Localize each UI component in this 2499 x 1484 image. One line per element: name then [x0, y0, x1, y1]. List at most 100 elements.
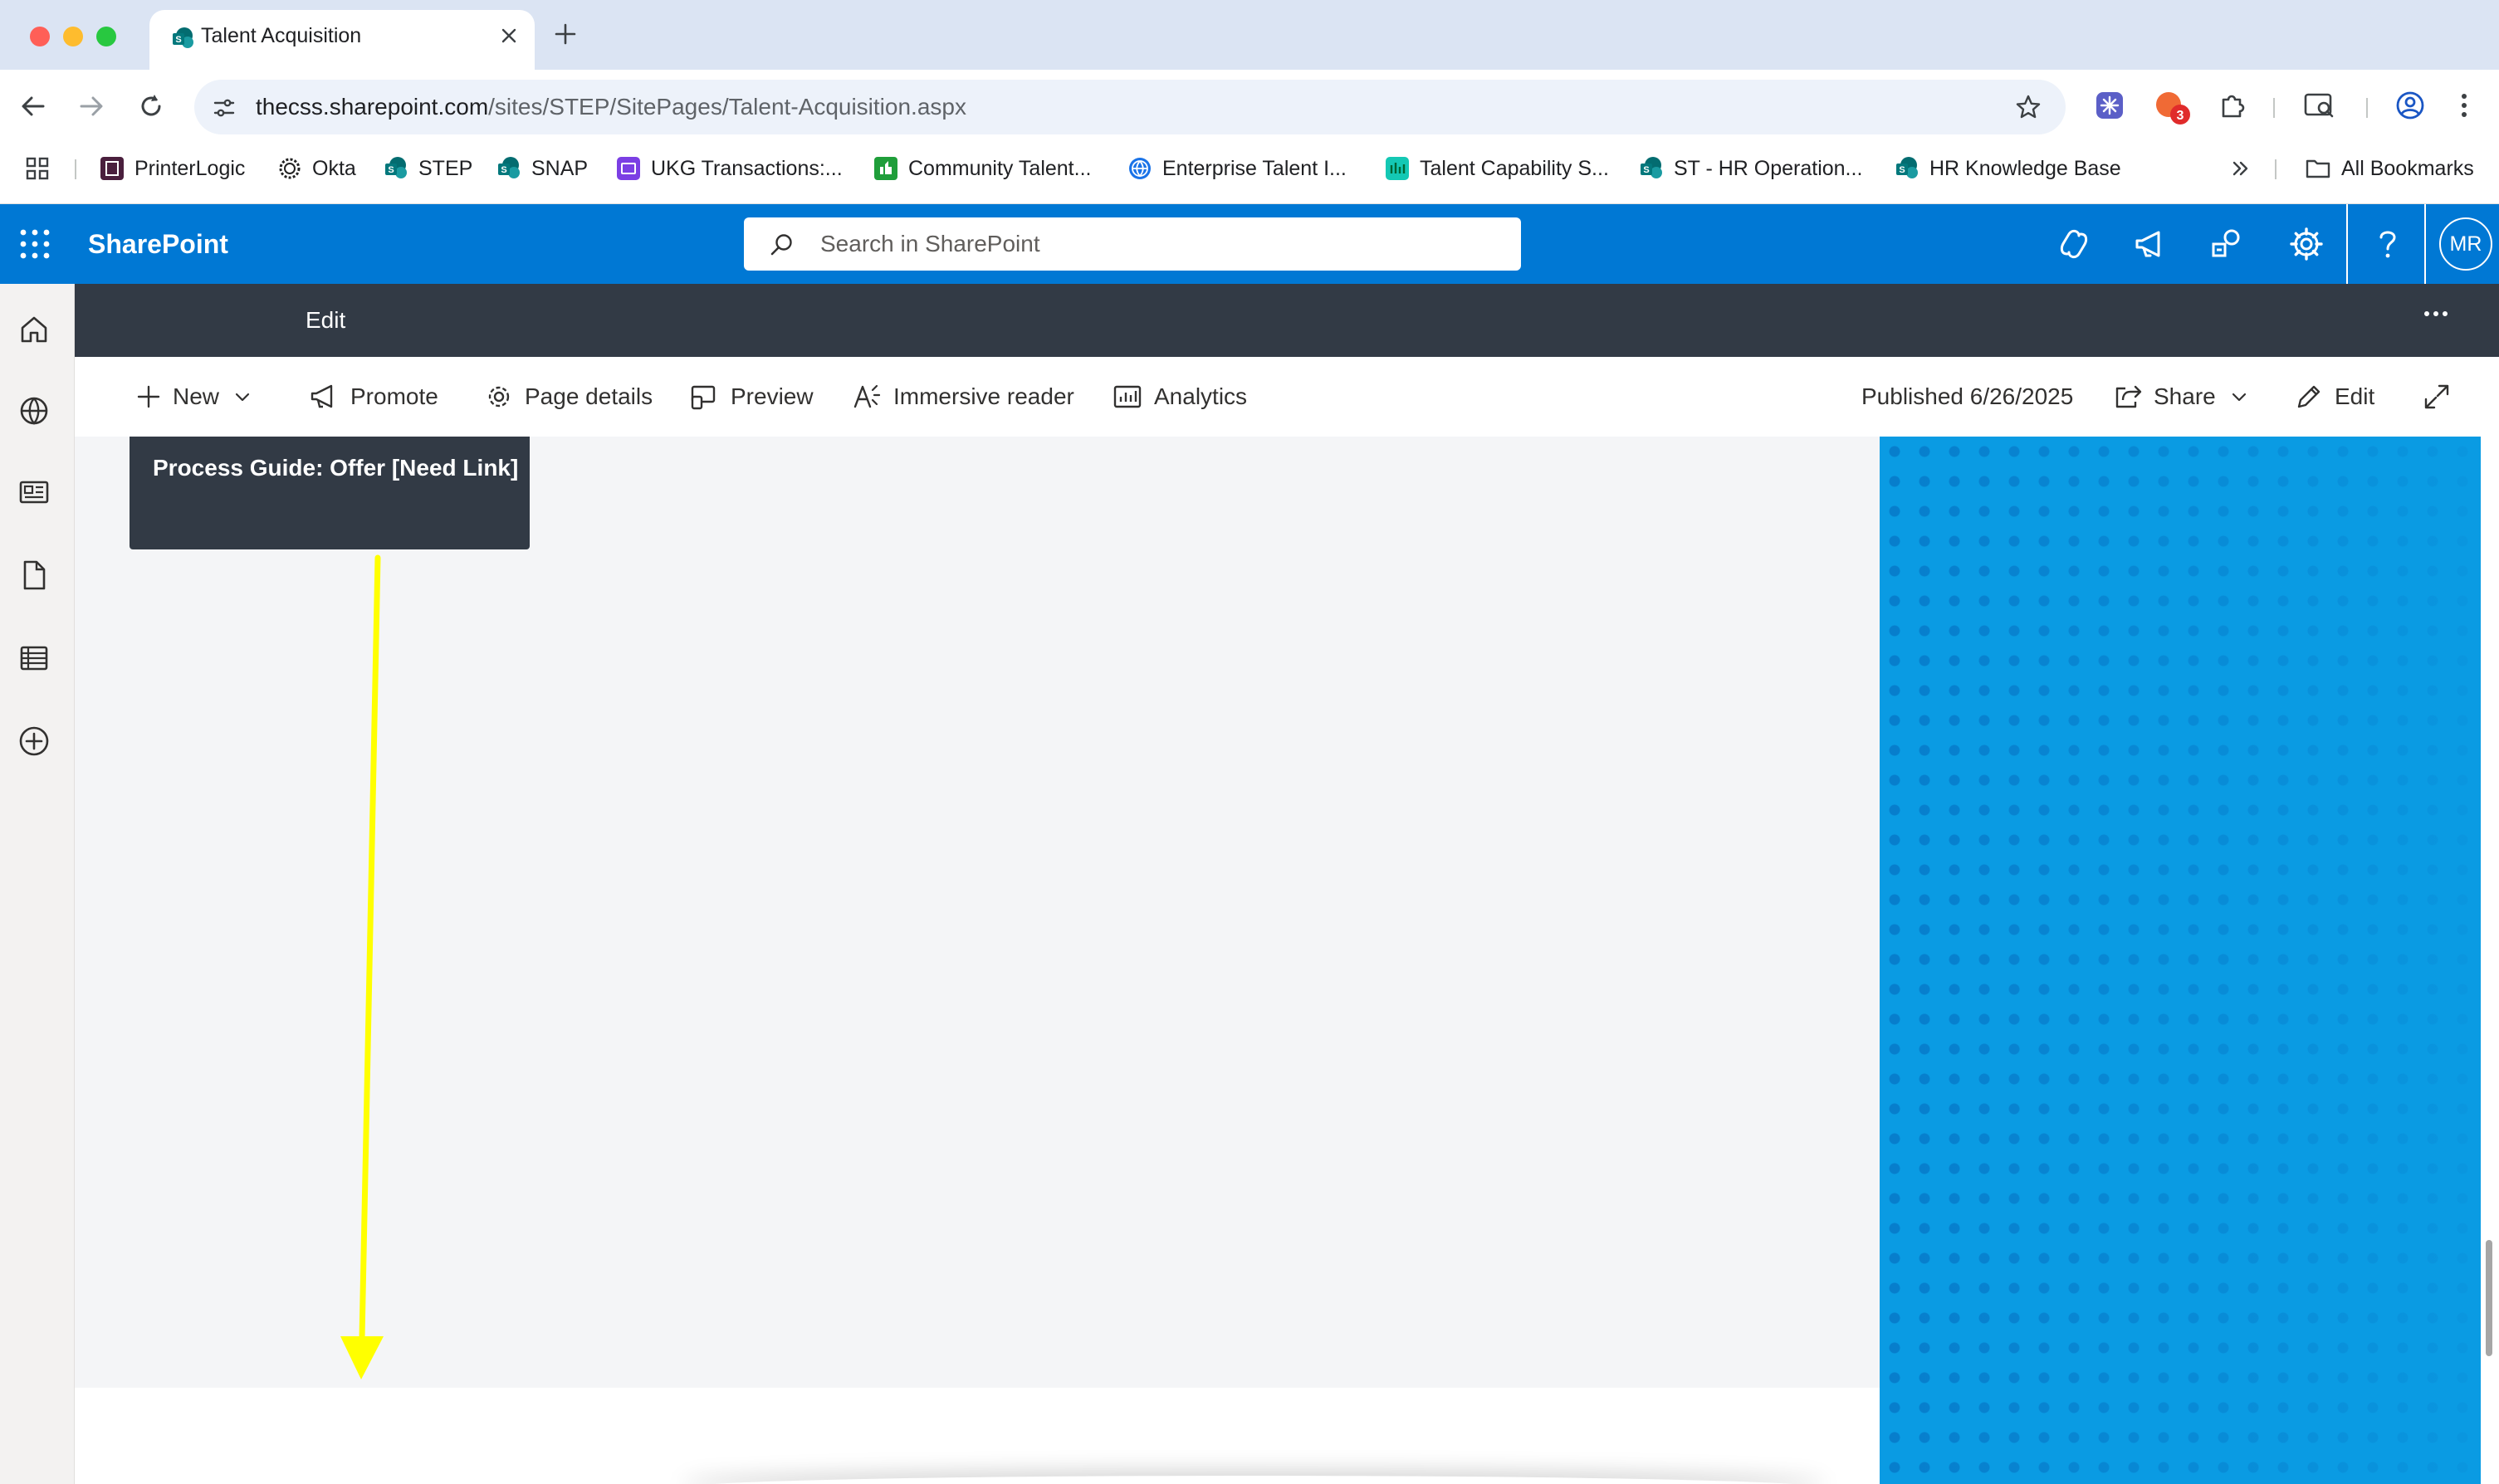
- hero-gradient-overlay: [1880, 437, 2481, 1484]
- bookmark-label: STEP: [418, 156, 473, 180]
- folder-icon: [2305, 157, 2331, 180]
- svg-text:S: S: [1643, 165, 1649, 175]
- copilot-icon[interactable]: [2056, 226, 2092, 262]
- browser-tab-active[interactable]: S Talent Acquisition: [149, 10, 535, 70]
- bookmark-step[interactable]: S STEP: [384, 144, 472, 193]
- megaphone-icon: [309, 383, 339, 410]
- tab-title: Talent Acquisition: [201, 24, 362, 47]
- annotation-arrow-icon: [340, 554, 384, 1379]
- immersive-reader-button[interactable]: Immersive reader: [852, 357, 1074, 437]
- bookmarks-bar: PrinterLogic Okta S STEP S SNAP UKG Tran…: [0, 144, 2499, 204]
- scrollbar-thumb[interactable]: [2486, 1240, 2492, 1356]
- promote-button[interactable]: Promote: [309, 357, 438, 437]
- sites-switcher-icon[interactable]: [2208, 226, 2245, 262]
- toolbar-divider: [2273, 98, 2276, 118]
- analytics-button-label: Analytics: [1154, 383, 1248, 409]
- site-info-icon[interactable]: [213, 96, 236, 120]
- page-details-button[interactable]: Page details: [485, 357, 653, 437]
- home-icon[interactable]: [17, 312, 51, 347]
- bookmark-label: Talent Capability S...: [1420, 156, 1609, 180]
- svg-text:S: S: [1899, 165, 1905, 175]
- globe-sites-icon[interactable]: [17, 393, 51, 428]
- bookmark-snap[interactable]: S SNAP: [496, 144, 588, 193]
- bookmark-ukg[interactable]: UKG Transactions:...: [616, 144, 843, 193]
- all-bookmarks-button[interactable]: All Bookmarks: [2305, 144, 2474, 193]
- browser-menu-icon[interactable]: [2456, 90, 2472, 121]
- close-icon[interactable]: [500, 27, 518, 45]
- bookmark-label: Enterprise Talent I...: [1162, 156, 1347, 180]
- bookmark-hr-knowledge-base[interactable]: S HR Knowledge Base: [1895, 144, 2121, 193]
- immersive-reader-button-label: Immersive reader: [893, 383, 1074, 409]
- more-options-ellipsis-icon[interactable]: [2423, 309, 2449, 319]
- community-icon: [873, 156, 898, 181]
- all-bookmarks-label: All Bookmarks: [2341, 156, 2474, 180]
- analytics-button[interactable]: Analytics: [1113, 357, 1247, 437]
- apps-grid-icon[interactable]: [25, 144, 50, 193]
- settings-gear-icon[interactable]: [2288, 226, 2325, 262]
- tab-search-icon[interactable]: [2303, 90, 2336, 121]
- sharepoint-brand-link[interactable]: SharePoint: [88, 204, 228, 284]
- forward-arrow-icon[interactable]: [76, 91, 106, 121]
- page-command-bar: New Promote Page details Preview Immersi…: [75, 357, 2499, 437]
- sharepoint-suite-bar: SharePoint MR: [0, 204, 2499, 284]
- ukg-icon: [616, 156, 641, 181]
- bookmark-community-talent[interactable]: Community Talent...: [873, 144, 1091, 193]
- bookmark-printerlogic[interactable]: PrinterLogic: [100, 144, 245, 193]
- address-bar[interactable]: thecss.sharepoint.com/sites/STEP/SitePag…: [194, 80, 2066, 134]
- bookmark-st-hr-operation[interactable]: S ST - HR Operation...: [1639, 144, 1862, 193]
- bookmarks-overflow-chevron-icon[interactable]: [2230, 144, 2252, 193]
- sharepoint-search-box[interactable]: [744, 217, 1521, 271]
- new-button[interactable]: New: [136, 357, 251, 437]
- extension-notification-icon[interactable]: 3: [2154, 90, 2193, 128]
- help-button[interactable]: [2346, 204, 2426, 284]
- share-button-label: Share: [2154, 383, 2216, 409]
- app-launcher-waffle-icon[interactable]: [18, 227, 51, 261]
- search-icon: [769, 232, 794, 257]
- promote-button-label: Promote: [350, 383, 438, 409]
- process-guide-title: Process Guide: Offer [Need Link]: [153, 455, 519, 481]
- sharepoint-icon: S: [1639, 156, 1664, 181]
- sharepoint-icon: S: [171, 27, 194, 50]
- news-icon[interactable]: [17, 475, 51, 510]
- edit-band-link[interactable]: Edit: [306, 284, 345, 357]
- user-avatar[interactable]: MR: [2439, 217, 2492, 271]
- bookmark-divider: [2275, 159, 2276, 179]
- sharepoint-app-bar: [0, 284, 75, 1484]
- immersive-reader-icon: [852, 383, 882, 410]
- bookmark-label: SNAP: [531, 156, 589, 180]
- search-input[interactable]: [820, 217, 1501, 271]
- create-plus-circle-icon[interactable]: [17, 724, 51, 759]
- chevron-down-icon: [2231, 391, 2247, 403]
- bookmark-enterprise-talent[interactable]: Enterprise Talent I...: [1127, 144, 1347, 193]
- back-arrow-icon[interactable]: [18, 91, 48, 121]
- reload-icon[interactable]: [136, 91, 166, 121]
- bookmark-label: ST - HR Operation...: [1674, 156, 1863, 180]
- edit-page-button-label: Edit: [2335, 383, 2375, 409]
- globe-icon: [1127, 156, 1152, 181]
- edit-page-button[interactable]: Edit: [2295, 357, 2374, 437]
- bookmark-okta[interactable]: Okta: [277, 144, 356, 193]
- published-status: Published 6/26/2025: [1861, 383, 2074, 409]
- edit-band-bar: Edit: [75, 284, 2499, 357]
- pencil-icon: [2295, 383, 2323, 411]
- expand-fullscreen-icon[interactable]: [2423, 357, 2451, 437]
- process-guide-card[interactable]: Process Guide: Offer [Need Link]: [130, 437, 530, 549]
- share-button[interactable]: Share: [2114, 357, 2247, 437]
- profile-icon[interactable]: [2394, 90, 2426, 121]
- bookmark-talent-capability[interactable]: Talent Capability S...: [1385, 144, 1609, 193]
- bookmark-star-icon[interactable]: [2014, 93, 2042, 121]
- files-document-icon[interactable]: [17, 558, 51, 593]
- analytics-chart-icon: [1113, 383, 1142, 410]
- window-zoom-button[interactable]: [96, 27, 116, 46]
- extension-purple-icon[interactable]: [2094, 90, 2125, 121]
- extensions-puzzle-icon[interactable]: [2217, 90, 2248, 121]
- sharepoint-icon: S: [384, 156, 408, 181]
- new-tab-plus-icon[interactable]: [553, 22, 578, 46]
- window-minimize-button[interactable]: [63, 27, 83, 46]
- new-button-label: New: [173, 383, 220, 409]
- bookmark-label: Okta: [312, 156, 356, 180]
- megaphone-icon[interactable]: [2132, 226, 2169, 262]
- window-close-button[interactable]: [30, 27, 50, 46]
- lists-icon[interactable]: [17, 641, 51, 676]
- preview-button[interactable]: Preview: [689, 357, 814, 437]
